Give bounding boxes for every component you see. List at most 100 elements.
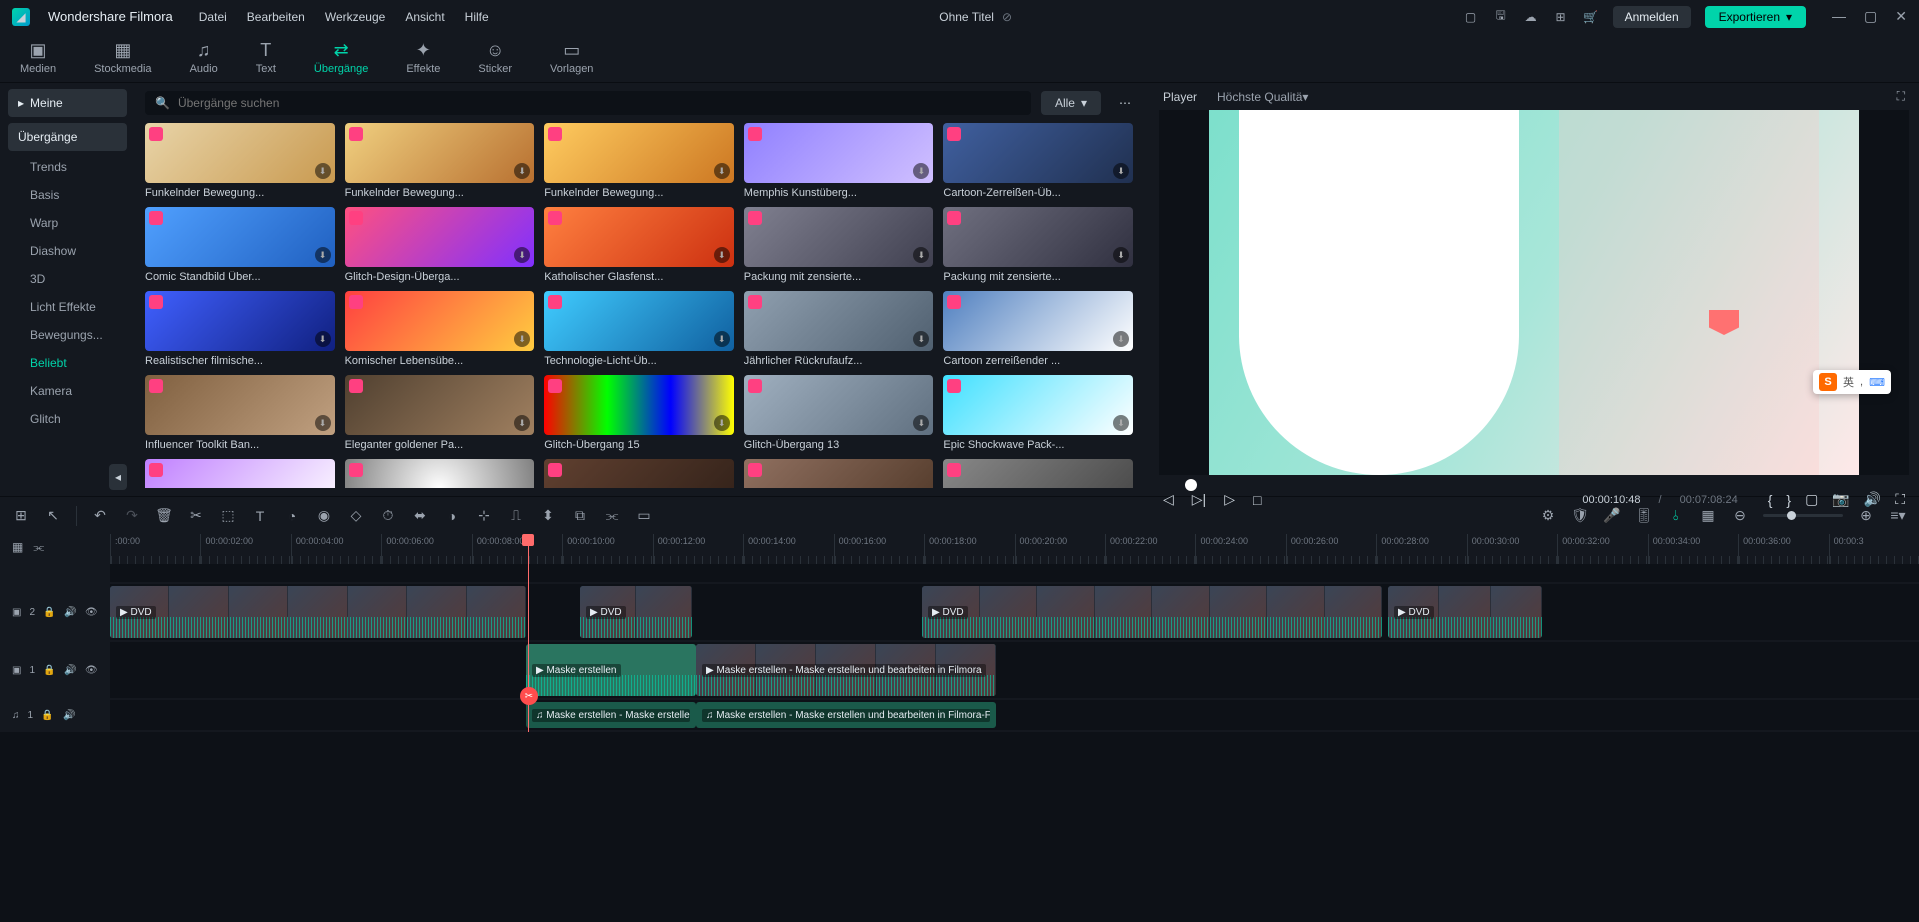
cloud-icon[interactable]: ☁ — [1523, 9, 1539, 25]
track-mute-icon[interactable]: 🔊 — [63, 710, 77, 721]
sidebar-item-bewegungs-[interactable]: Bewegungs... — [8, 321, 127, 349]
tl-speed-icon[interactable]: ◔ — [283, 508, 301, 524]
gallery-card[interactable]: ⬇ — [943, 459, 1133, 488]
gallery-card[interactable]: ⬇ — [145, 459, 335, 488]
track-eye-icon[interactable]: 👁 — [85, 665, 98, 676]
gallery-card[interactable]: ⬇Glitch-Übergang 13 — [744, 375, 934, 451]
main-tab-effekte[interactable]: ✦Effekte — [406, 41, 440, 75]
gallery-card[interactable]: ⬇Comic Standbild Über... — [145, 207, 335, 283]
gallery-card[interactable]: ⬇Eleganter goldener Pa... — [345, 375, 535, 451]
login-button[interactable]: Anmelden — [1613, 6, 1691, 28]
play-button[interactable]: ▷ — [1224, 491, 1235, 508]
expand-preview-icon[interactable]: ⛶ — [1897, 89, 1905, 104]
tl-link-track-icon[interactable]: ⫘ — [33, 540, 44, 555]
gallery-card[interactable]: ⬇Komischer Lebensübe... — [345, 291, 535, 367]
download-icon[interactable]: ⬇ — [514, 331, 530, 347]
gallery-card[interactable]: ⬇Katholischer Glasfenst... — [544, 207, 734, 283]
download-icon[interactable]: ⬇ — [514, 163, 530, 179]
tl-link2-icon[interactable]: ▦ — [1699, 507, 1717, 524]
audio-clip[interactable]: ♫ Maske erstellen - Maske erstellen und … — [696, 702, 996, 728]
export-button[interactable]: Exportieren▾ — [1705, 6, 1806, 28]
tl-cursor-icon[interactable]: ↖ — [44, 507, 62, 524]
gallery-card[interactable]: ⬇Funkelnder Bewegung... — [145, 123, 335, 199]
track-mute-icon[interactable]: 🔊 — [64, 607, 77, 618]
gallery-card[interactable]: ⬇Glitch-Design-Überga... — [345, 207, 535, 283]
download-icon[interactable]: ⬇ — [1113, 415, 1129, 431]
gallery-card[interactable]: ⬇Influencer Toolkit Ban... — [145, 375, 335, 451]
tl-redo-icon[interactable]: ↷ — [123, 507, 141, 524]
gallery-card[interactable]: ⬇Cartoon zerreißender ... — [943, 291, 1133, 367]
tl-crop-icon[interactable]: ⬚ — [219, 507, 237, 524]
tl-adjust-icon[interactable]: ⊹ — [475, 507, 493, 524]
main-tab-text[interactable]: TText — [256, 41, 276, 75]
gallery-card[interactable]: ⬇Cartoon-Zerreißen-Üb... — [943, 123, 1133, 199]
tl-auto-icon[interactable]: ⬍ — [539, 507, 557, 524]
ime-widget[interactable]: S 英 , ⌨ — [1813, 370, 1891, 394]
gallery-card[interactable]: ⬇Realistischer filmische... — [145, 291, 335, 367]
track-lock-icon[interactable]: 🔒 — [43, 665, 56, 676]
menu-tools[interactable]: Werkzeuge — [325, 10, 385, 24]
main-tab-audio[interactable]: ♫Audio — [190, 41, 218, 75]
sidebar-item-trends[interactable]: Trends — [8, 153, 127, 181]
timeline-ruler[interactable]: ▦ ⫘ :00:0000:00:02:0000:00:04:0000:00:06… — [0, 534, 1919, 564]
tl-layout-icon[interactable]: ≡▾ — [1889, 507, 1907, 524]
play-backward-button[interactable]: ▷| — [1192, 491, 1206, 508]
sidebar-item-kamera[interactable]: Kamera — [8, 377, 127, 405]
tl-voice-icon[interactable]: 🎤 — [1603, 507, 1621, 524]
download-icon[interactable]: ⬇ — [1113, 331, 1129, 347]
download-icon[interactable]: ⬇ — [913, 163, 929, 179]
sidebar-folder-mine[interactable]: ▸Meine — [8, 89, 127, 117]
sidebar-item-beliebt[interactable]: Beliebt — [8, 349, 127, 377]
gallery-card[interactable]: ⬇Funkelnder Bewegung... — [544, 123, 734, 199]
download-icon[interactable]: ⬇ — [714, 247, 730, 263]
gallery-card[interactable]: ⬇ — [345, 459, 535, 488]
track-lock-icon[interactable]: 🔒 — [43, 607, 56, 618]
clip[interactable]: ▶ Maske erstellen - Maske erstellen und … — [696, 644, 996, 696]
sidebar-item-3d[interactable]: 3D — [8, 265, 127, 293]
fullscreen-button[interactable]: ⛶ — [1895, 491, 1905, 508]
tl-undo-icon[interactable]: ↶ — [91, 507, 109, 524]
track-lock-icon[interactable]: 🔒 — [41, 710, 55, 721]
main-tab-stockmedia[interactable]: ▦Stockmedia — [94, 41, 151, 75]
tl-keyframe-icon[interactable]: ◇ — [347, 507, 365, 524]
tl-magnet-icon[interactable]: ⫰ — [1667, 507, 1685, 524]
quality-dropdown[interactable]: Höchste Qualitä▾ — [1217, 90, 1308, 104]
download-icon[interactable]: ⬇ — [913, 247, 929, 263]
tl-mask-icon[interactable]: ◑ — [443, 508, 461, 524]
download-icon[interactable]: ⬇ — [315, 415, 331, 431]
preview-video[interactable]: S 英 , ⌨ — [1159, 110, 1909, 475]
gallery-card[interactable]: ⬇Epic Shockwave Pack-... — [943, 375, 1133, 451]
search-input[interactable] — [178, 96, 1021, 110]
download-icon[interactable]: ⬇ — [913, 415, 929, 431]
download-icon[interactable]: ⬇ — [714, 163, 730, 179]
tl-zoom-out-icon[interactable]: ⊖ — [1731, 507, 1749, 524]
display-button[interactable]: ▢ — [1805, 491, 1818, 508]
gallery-card[interactable]: ⬇Funkelnder Bewegung... — [345, 123, 535, 199]
search-box[interactable]: 🔍 — [145, 91, 1031, 115]
mark-out-button[interactable]: } — [1786, 492, 1791, 508]
sidebar-item-glitch[interactable]: Glitch — [8, 405, 127, 433]
main-tab-vorlagen[interactable]: ▭Vorlagen — [550, 41, 593, 75]
download-icon[interactable]: ⬇ — [1113, 247, 1129, 263]
download-icon[interactable]: ⬇ — [913, 331, 929, 347]
main-tab-sticker[interactable]: ☺Sticker — [478, 41, 512, 75]
device-icon[interactable]: ▢ — [1463, 9, 1479, 25]
apps-icon[interactable]: ⊞ — [1553, 9, 1569, 25]
menu-file[interactable]: Datei — [199, 10, 227, 24]
tl-pip-icon[interactable]: ▭ — [635, 507, 653, 524]
track-eye-icon[interactable]: 👁 — [85, 607, 98, 618]
download-icon[interactable]: ⬇ — [714, 415, 730, 431]
tl-fit-icon[interactable]: ⬌ — [411, 507, 429, 524]
gallery-card[interactable]: ⬇ — [744, 459, 934, 488]
tl-group-icon[interactable]: ⧉ — [571, 507, 589, 524]
download-icon[interactable]: ⬇ — [514, 415, 530, 431]
zoom-slider[interactable] — [1763, 514, 1843, 517]
sidebar-item-licht-effekte[interactable]: Licht Effekte — [8, 293, 127, 321]
menu-help[interactable]: Hilfe — [465, 10, 489, 24]
stop-button[interactable]: □ — [1253, 492, 1261, 508]
tl-link-icon[interactable]: ⫘ — [603, 507, 621, 524]
gallery-card[interactable]: ⬇Memphis Kunstüberg... — [744, 123, 934, 199]
gallery-card[interactable]: ⬇ — [544, 459, 734, 488]
gallery-card[interactable]: ⬇Jährlicher Rückrufaufz... — [744, 291, 934, 367]
tl-audio-mixer-icon[interactable]: 🎚 — [1635, 507, 1653, 524]
